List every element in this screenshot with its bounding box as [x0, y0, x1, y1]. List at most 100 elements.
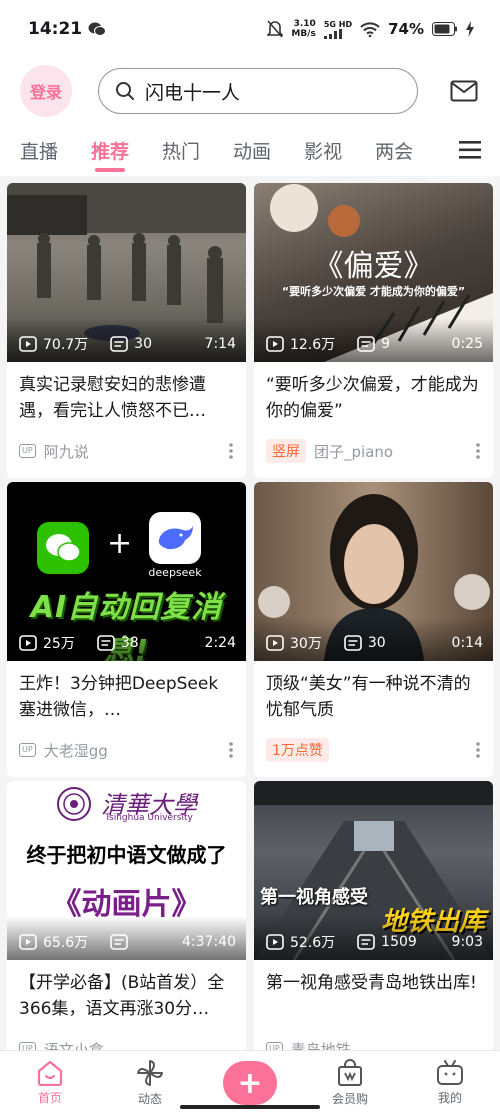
net-speed: 3.10 MB/s [291, 19, 316, 39]
author-name[interactable]: 阿九说 [44, 441, 89, 462]
video-card[interactable]: + deepseek AI自动回复消息! 25万 38 2:24 王炸！3分钟把… [7, 482, 246, 777]
video-thumbnail[interactable]: + deepseek AI自动回复消息! 25万 38 2:24 [7, 482, 246, 661]
more-options-icon[interactable] [228, 741, 234, 759]
video-meta: UP 大老湿gg [7, 723, 246, 777]
video-title[interactable]: 【开学必备】(B站首发）全366集，语文再涨30分… [7, 960, 246, 1022]
author-name[interactable]: 青岛地铁 [291, 1039, 351, 1051]
wechat-logo-icon [37, 522, 89, 574]
home-icon [37, 1060, 63, 1086]
video-stats: 30万 30 0:14 [266, 633, 483, 653]
video-title[interactable]: “要听多少次偏爱，才能成为你的偏爱” [254, 362, 493, 424]
deepseek-label: deepseek [148, 566, 202, 579]
duration: 7:14 [204, 336, 236, 352]
likes-badge: 1万点赞 [266, 738, 329, 762]
login-avatar-button[interactable]: 登录 [20, 65, 72, 117]
play-count-icon [19, 934, 37, 950]
vertical-badge: 竖屏 [266, 439, 306, 463]
nav-home-label: 首页 [37, 1091, 62, 1105]
duration: 4:37:40 [182, 934, 236, 950]
nav-home[interactable]: 首页 [0, 1051, 100, 1115]
tab-movies[interactable]: 影视 [304, 124, 342, 176]
view-count: 65.6万 [43, 935, 89, 951]
tab-anime[interactable]: 动画 [233, 124, 271, 176]
video-stats: 70.7万 30 7:14 [19, 334, 236, 354]
video-thumbnail[interactable]: 30万 30 0:14 [254, 482, 493, 661]
nav-mine-label: 我的 [437, 1091, 462, 1105]
plus-sign: + [107, 526, 133, 561]
video-title[interactable]: 顶级“美女”有一种说不清的忧郁气质 [254, 661, 493, 723]
view-count: 25万 [43, 636, 75, 652]
status-bar: 14:21 3.10 MB/s 5G HD 74% [0, 0, 500, 58]
duration: 2:24 [204, 635, 236, 651]
view-count: 52.6万 [290, 935, 336, 951]
video-thumbnail[interactable]: 清華大學 Tsinghua University 终于把初中语文做成了 《动画片… [7, 781, 246, 960]
up-tag-icon: UP [266, 1042, 283, 1050]
danmaku-count-icon [344, 635, 362, 651]
message-button[interactable] [448, 75, 480, 107]
thumbnail-subtitle-text: “要听多少次偏爱 才能成为你的偏爱” [281, 285, 466, 298]
view-count: 70.7万 [43, 337, 89, 353]
danmaku-count-icon [357, 336, 375, 352]
tab-recommend[interactable]: 推荐 [91, 124, 129, 176]
video-meta: UP 语文小盒 [7, 1022, 246, 1050]
danmaku-count-icon [97, 635, 115, 651]
video-stats: 12.6万 9 0:25 [266, 334, 483, 354]
menu-icon [459, 141, 481, 159]
author-name[interactable]: 语文小盒 [44, 1039, 104, 1051]
play-count-icon [266, 336, 284, 352]
danmaku-count: 30 [134, 336, 152, 352]
video-title[interactable]: 王炸！3分钟把DeepSeek塞进微信，… [7, 661, 246, 723]
nav-mine[interactable]: 我的 [400, 1051, 500, 1115]
tab-two-sessions[interactable]: 两会 [375, 124, 413, 176]
wechat-notification-icon [88, 22, 107, 36]
up-tag-icon: UP [19, 444, 36, 458]
plus-icon[interactable]: + [223, 1061, 277, 1105]
danmaku-count-icon [357, 934, 375, 950]
home-indicator[interactable] [180, 1105, 320, 1109]
shopping-bag-icon [338, 1059, 362, 1086]
wifi-icon [360, 21, 380, 37]
search-input[interactable]: 闪电十一人 [98, 68, 418, 114]
author-name[interactable]: 大老湿gg [44, 740, 108, 761]
video-card[interactable]: 30万 30 0:14 顶级“美女”有一种说不清的忧郁气质 1万点赞 [254, 482, 493, 777]
view-count: 30万 [290, 636, 322, 652]
play-count-icon [19, 635, 37, 651]
tab-live[interactable]: 直播 [20, 124, 58, 176]
video-card[interactable]: 70.7万 30 7:14 真实记录慰安妇的悲惨遭遇，看完让人愤怒不已… UP … [7, 183, 246, 478]
tsinghua-logo-en: Tsinghua University [105, 813, 193, 823]
duration: 0:25 [451, 336, 483, 352]
video-feed[interactable]: 70.7万 30 7:14 真实记录慰安妇的悲惨遭遇，看完让人愤怒不已… UP … [0, 176, 500, 1050]
author-name[interactable]: 团子_piano [314, 441, 393, 462]
play-count-icon [266, 635, 284, 651]
danmaku-count: 1509 [381, 934, 417, 950]
danmaku-count: 30 [367, 635, 386, 651]
more-options-icon[interactable] [475, 442, 481, 460]
mail-icon [450, 80, 478, 102]
nav-dynamic-label: 动态 [137, 1092, 162, 1106]
video-card[interactable]: 《偏爱》 “要听多少次偏爱 才能成为你的偏爱” 12.6万 9 0:25 “要听… [254, 183, 493, 478]
video-title[interactable]: 第一视角感受青岛地铁出库! [254, 960, 493, 1022]
video-card[interactable]: 第一视角感受 地铁出库 52.6万 1509 9:03 第一视角感受青岛地铁出库… [254, 781, 493, 1050]
more-options-icon[interactable] [475, 741, 481, 759]
battery-icon [432, 22, 457, 36]
tab-menu-button[interactable] [440, 124, 500, 176]
more-options-icon[interactable] [228, 442, 234, 460]
danmaku-count-icon [110, 934, 128, 950]
status-time: 14:21 [28, 19, 83, 39]
video-stats: 25万 38 2:24 [19, 633, 236, 653]
video-title[interactable]: 真实记录慰安妇的悲惨遭遇，看完让人愤怒不已… [7, 362, 246, 424]
danmaku-count: 38 [120, 635, 139, 651]
signal-icon [323, 28, 342, 39]
video-card[interactable]: 清華大學 Tsinghua University 终于把初中语文做成了 《动画片… [7, 781, 246, 1050]
video-thumbnail[interactable]: 《偏爱》 “要听多少次偏爱 才能成为你的偏爱” 12.6万 9 0:25 [254, 183, 493, 362]
play-count-icon [19, 336, 37, 352]
thumbnail-title-text: 终于把初中语文做成了 [26, 843, 227, 867]
thumbnail-title-text: 《偏爱》 [313, 249, 434, 284]
video-thumbnail[interactable]: 70.7万 30 7:14 [7, 183, 246, 362]
duration: 0:14 [451, 635, 483, 651]
up-tag-icon: UP [19, 743, 36, 757]
tab-hot[interactable]: 热门 [162, 124, 200, 176]
play-count-icon [266, 934, 284, 950]
view-count: 12.6万 [290, 337, 336, 353]
video-thumbnail[interactable]: 第一视角感受 地铁出库 52.6万 1509 9:03 [254, 781, 493, 960]
